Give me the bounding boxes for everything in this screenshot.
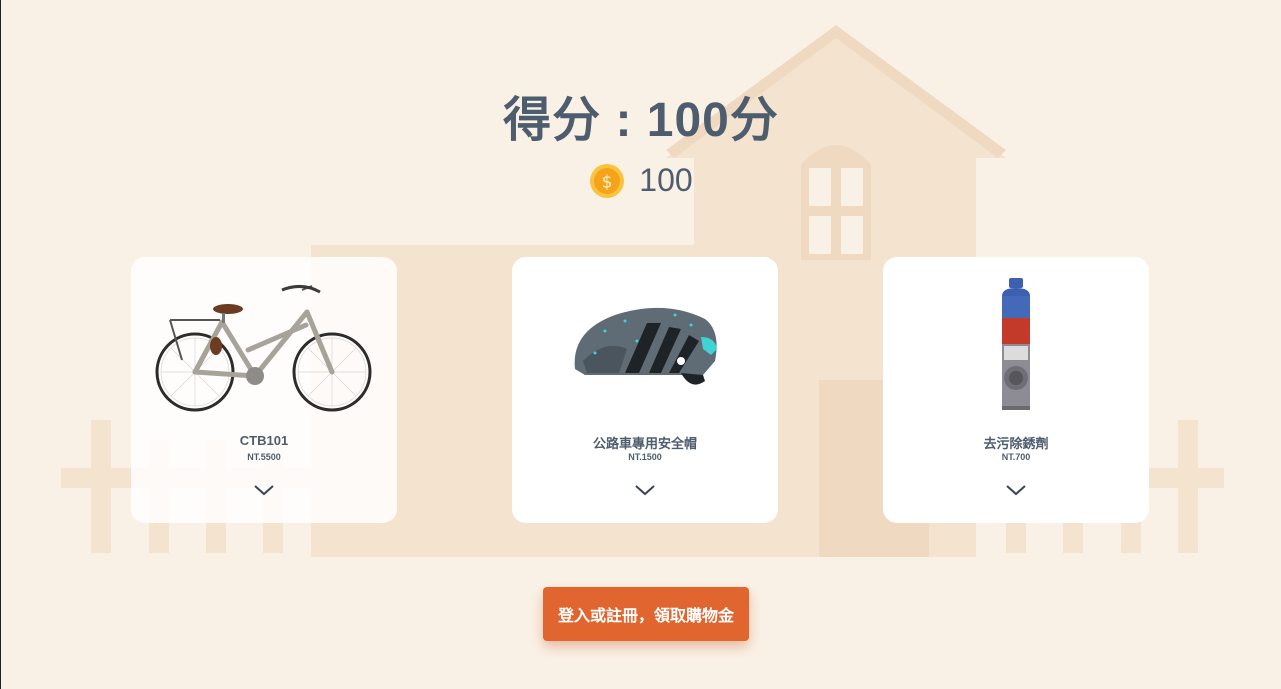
chevron-down-icon[interactable] <box>1005 483 1027 497</box>
product-price: NT.700 <box>1001 452 1031 462</box>
coin-value: 100 <box>639 162 693 198</box>
score-title: 得分 : 100分 <box>503 94 779 147</box>
spray-can-icon <box>1002 277 1030 410</box>
chevron-down-icon[interactable] <box>634 483 656 497</box>
product-name: 去污除銹劑 <box>983 436 1049 451</box>
helmet-icon <box>574 307 717 385</box>
helmet-image <box>512 273 778 418</box>
product-price: NT.1500 <box>628 452 662 462</box>
product-name: CTB101 <box>239 433 289 448</box>
product-name: 公路車專用安全帽 <box>592 436 697 451</box>
login-register-button[interactable]: 登入或註冊，領取購物金 <box>543 587 749 641</box>
rust-remover-spray-image <box>883 273 1149 418</box>
svg-text:$: $ <box>602 172 613 192</box>
bicycle-image <box>131 273 397 418</box>
coin-balance: $ 100 <box>1 162 1281 199</box>
product-price: NT.5500 <box>247 452 281 462</box>
product-card-rust-remover[interactable]: 去污除銹劑 NT.700 <box>883 257 1149 523</box>
bicycle-icon <box>155 284 372 411</box>
chevron-down-icon[interactable] <box>253 483 275 497</box>
coin-icon: $ <box>590 163 625 198</box>
product-card-helmet[interactable]: 公路車專用安全帽 NT.1500 <box>512 257 778 523</box>
product-card-bicycle[interactable]: CTB101 NT.5500 <box>131 257 397 523</box>
reward-page: 得分 : 100分 $ 100 CTB101 NT.5500 公路車專用安全帽 … <box>0 0 1281 689</box>
